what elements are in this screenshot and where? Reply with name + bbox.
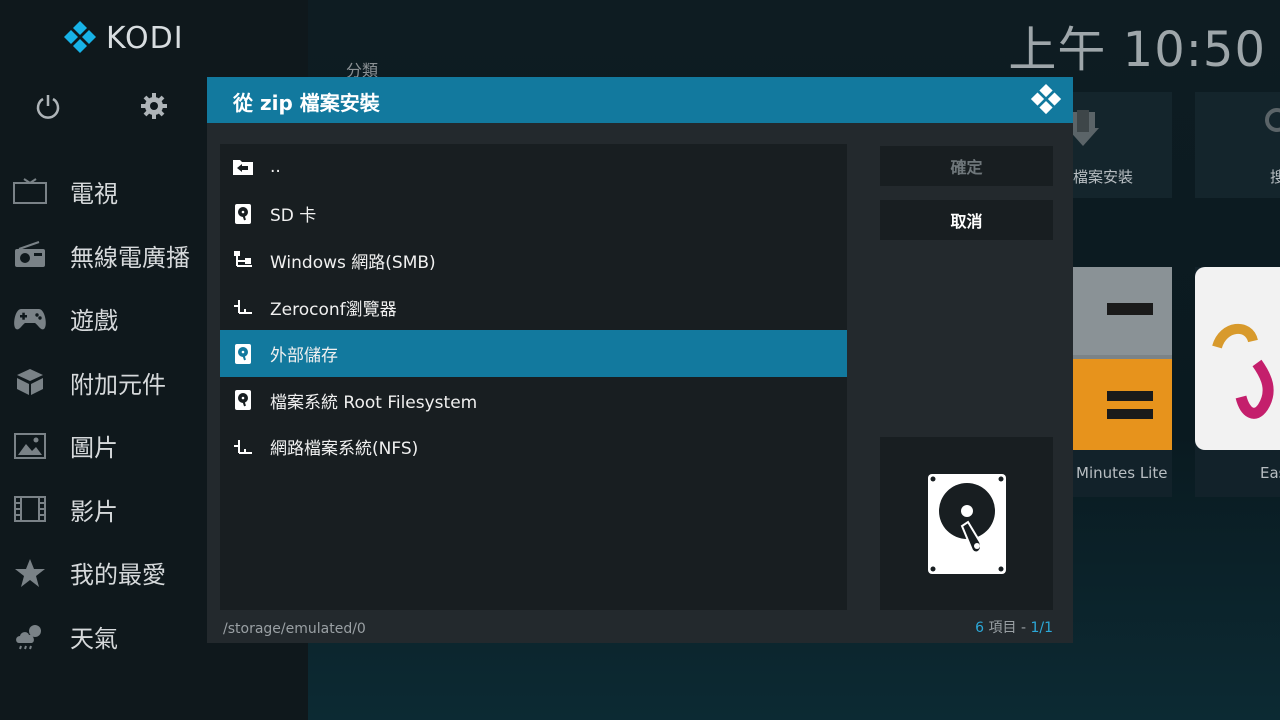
item-preview xyxy=(880,437,1053,610)
current-path: /storage/emulated/0 xyxy=(223,621,366,637)
list-item-sd-card[interactable]: SD 卡 xyxy=(220,191,847,238)
network-icon xyxy=(232,296,254,318)
weather-icon xyxy=(12,621,48,651)
sidebar-item-label: 我的最愛 xyxy=(70,561,166,590)
item-count: 6 項目 - 1/1 xyxy=(975,617,1053,637)
list-item-parent[interactable]: .. xyxy=(220,144,847,191)
settings-gear-icon[interactable] xyxy=(138,90,170,122)
page-indicator: 1/1 xyxy=(1030,620,1053,636)
tile-label: Easy xyxy=(1260,464,1280,482)
addon-tile-easy[interactable]: Easy xyxy=(1195,267,1280,497)
radio-icon xyxy=(12,240,48,270)
clock: 上午 10:50 xyxy=(1008,22,1266,78)
ok-button[interactable]: 確定 xyxy=(880,146,1053,186)
pictures-icon xyxy=(12,431,48,461)
list-item-root-filesystem[interactable]: 檔案系統 Root Filesystem xyxy=(220,377,847,424)
list-item-label: 網路檔案系統(NFS) xyxy=(270,439,419,460)
sidebar-item-label: 圖片 xyxy=(70,434,118,463)
star-icon xyxy=(12,558,48,588)
cancel-button[interactable]: 取消 xyxy=(880,200,1053,240)
list-item-external-storage[interactable]: 外部儲存 xyxy=(220,330,847,377)
addons-box-icon xyxy=(12,367,48,397)
item-count-word: 項目 - xyxy=(988,620,1027,636)
harddisk-icon xyxy=(232,389,254,411)
harddisk-icon xyxy=(232,343,254,365)
kodi-logo-text: KODI xyxy=(106,20,184,56)
list-item-label: SD 卡 xyxy=(270,206,317,227)
tile-label: 檔案安裝 xyxy=(1073,168,1134,186)
tv-icon xyxy=(12,177,48,207)
kodi-logo-icon xyxy=(64,21,96,53)
addon-tile-minutes[interactable]: Minutes Lite xyxy=(1073,267,1172,497)
kodi-close-icon[interactable] xyxy=(1029,83,1063,117)
sidebar-item-label: 電視 xyxy=(70,180,118,209)
sidebar-item-label: 影片 xyxy=(70,497,118,526)
sidebar-item-label: 遊戲 xyxy=(70,307,118,336)
list-item-label: .. xyxy=(270,157,281,178)
network-icon xyxy=(232,249,254,271)
film-icon xyxy=(12,494,48,524)
dialog-header: 從 zip 檔案安裝 xyxy=(207,77,1073,123)
item-count-number: 6 xyxy=(975,620,985,636)
harddisk-icon xyxy=(927,473,1006,574)
harddisk-icon xyxy=(232,203,254,225)
search-icon xyxy=(1265,108,1280,132)
tile-label: Minutes Lite xyxy=(1076,464,1168,482)
install-from-zip-tile[interactable]: 檔案安裝 xyxy=(1067,92,1172,198)
sidebar-item-label: 天氣 xyxy=(70,624,118,653)
search-tile[interactable]: 搜 xyxy=(1195,92,1280,198)
power-icon[interactable] xyxy=(32,90,64,122)
kodi-logo: KODI xyxy=(62,20,184,56)
sidebar-item-label: 附加元件 xyxy=(70,370,166,399)
install-from-zip-dialog: 從 zip 檔案安裝 .. SD 卡 Windows 網路(SMB) Zeroc… xyxy=(207,77,1073,643)
network-icon xyxy=(232,436,254,458)
list-item-nfs[interactable]: 網路檔案系統(NFS) xyxy=(220,424,847,471)
sidebar-item-label: 無線電廣播 xyxy=(70,243,190,272)
list-item-windows-smb[interactable]: Windows 網路(SMB) xyxy=(220,237,847,284)
dialog-title: 從 zip 檔案安裝 xyxy=(233,91,380,115)
addon-thumbnail xyxy=(1195,267,1280,450)
addon-thumbnail xyxy=(1073,267,1172,450)
file-list: .. SD 卡 Windows 網路(SMB) Zeroconf瀏覽器 外部儲存 xyxy=(220,144,847,610)
gamepad-icon xyxy=(12,304,48,334)
list-item-zeroconf[interactable]: Zeroconf瀏覽器 xyxy=(220,284,847,331)
list-item-label: 外部儲存 xyxy=(270,346,338,367)
list-item-label: 檔案系統 Root Filesystem xyxy=(270,392,478,413)
list-item-label: Windows 網路(SMB) xyxy=(270,252,436,273)
list-item-label: Zeroconf瀏覽器 xyxy=(270,299,397,320)
folder-back-icon xyxy=(232,156,254,178)
tile-label: 搜 xyxy=(1270,168,1280,186)
